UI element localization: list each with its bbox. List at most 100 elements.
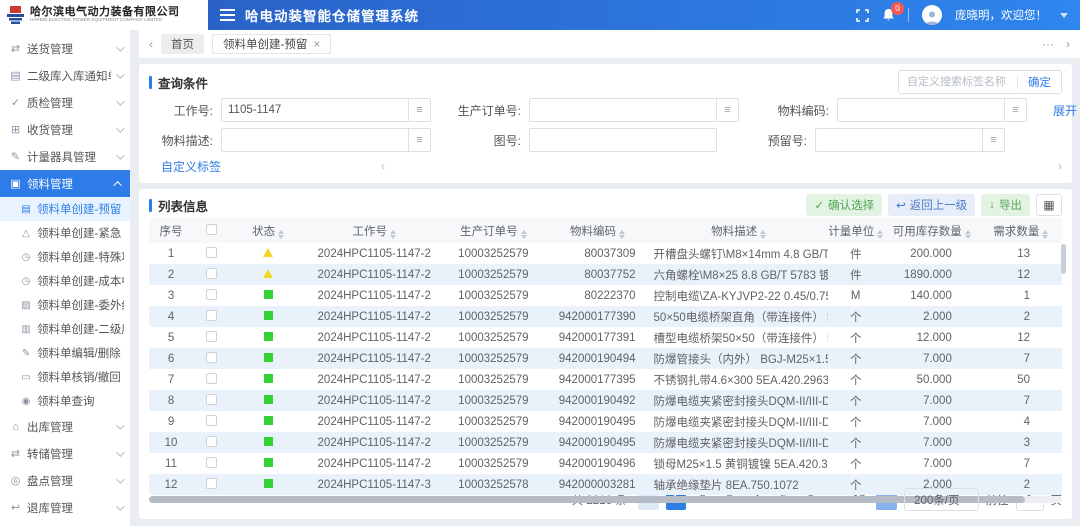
sidebar-collapse-icon[interactable] [220,9,235,21]
table-row: 82024HPC1105-1147-2100032525799420001904… [149,390,1062,411]
column-header[interactable]: 物料编码 [545,218,649,243]
row-checkbox[interactable] [206,436,217,447]
quality-check-icon: ✓ [9,96,22,109]
confirm-button[interactable]: ✓确认选择 [806,194,882,216]
user-avatar[interactable] [922,5,942,25]
tag-scroll-left-icon[interactable]: ‹ [381,159,385,173]
sidebar-subitem[interactable]: ▤领料单创建-预留 [0,197,130,221]
sidebar-item[interactable]: ↩退库管理 [0,494,130,521]
tab-scroll-right-icon[interactable]: › [1066,37,1070,51]
sidebar-item[interactable]: ✓质检管理 [0,89,130,116]
sort-icon[interactable] [1042,230,1048,239]
chevron-down-icon[interactable] [1060,13,1068,18]
sidebar-subitem[interactable]: ▥领料单创建-二级库 [0,317,130,341]
filter-icon[interactable]: ≡ [983,128,1005,152]
sidebar-item[interactable]: ◎盘点管理 [0,467,130,494]
sidebar-item[interactable]: ⇄送货管理 [0,35,130,62]
export-button[interactable]: ↓导出 [981,194,1030,216]
fullscreen-icon[interactable] [856,9,869,22]
sidebar-item[interactable]: ✎计量器具管理 [0,143,130,170]
column-header[interactable]: 工作号 [307,218,441,243]
cell-material-desc: 轴承绝缘垫片 8EA.750.1072 [650,474,828,495]
sort-icon[interactable] [278,230,284,239]
row-checkbox[interactable] [206,457,217,468]
sidebar-subitem[interactable]: ◷领料单创建-成本中心 [0,269,130,293]
truck-icon: ⇄ [9,42,22,55]
sidebar-subitem[interactable]: ◷领料单创建-特殊项目 [0,245,130,269]
row-checkbox[interactable] [206,331,217,342]
field-input[interactable] [837,98,1005,122]
sidebar-item[interactable]: ▤二级库入库通知单 [0,62,130,89]
sort-icon[interactable] [965,230,971,239]
expand-link[interactable]: 展开 [1053,102,1077,119]
sidebar-subitem[interactable]: ▨领料单创建-委外组件 [0,293,130,317]
field-label: 物料描述: [149,132,221,149]
row-checkbox[interactable] [206,268,217,279]
filter-icon[interactable]: ≡ [1005,98,1027,122]
cell-stock: 1890.000 [884,264,980,285]
row-checkbox[interactable] [206,352,217,363]
column-header[interactable]: 可用库存数量 [884,218,980,243]
row-checkbox[interactable] [206,289,217,300]
sort-icon[interactable] [521,230,527,239]
tab-current[interactable]: 领料单创建-预留× [212,34,331,54]
column-label: 序号 [160,226,183,238]
tag-search-input[interactable] [899,76,1017,88]
field-input[interactable] [221,98,409,122]
sidebar-subitem[interactable]: ✎领料单编辑/删除 [0,341,130,365]
column-header[interactable]: 生产订单号 [441,218,545,243]
sidebar-item[interactable]: ⌂出库管理 [0,413,130,440]
tab-more-icon[interactable]: ··· [1042,37,1054,51]
action-label: 返回上一级 [910,197,968,213]
cell-stock: 7.000 [884,411,980,432]
column-settings-button[interactable]: ▦ [1036,194,1062,216]
filter-icon[interactable]: ≡ [409,98,431,122]
column-header[interactable]: 需求数量 [980,218,1062,243]
column-header[interactable]: 物料描述 [650,218,828,243]
sort-icon[interactable] [619,230,625,239]
sidebar-subitem[interactable]: ▭领料单核销/撤回 [0,365,130,389]
cell-order-no: 10003252579 [441,264,545,285]
field-input[interactable] [529,128,717,152]
filter-icon[interactable]: ≡ [717,98,739,122]
vertical-scrollbar[interactable] [1061,244,1066,274]
cell-stock: 140.000 [884,285,980,306]
tab-home[interactable]: 首页 [161,34,204,54]
stocktake-icon: ◎ [9,474,22,487]
row-checkbox[interactable] [206,310,217,321]
row-checkbox[interactable] [206,247,217,258]
field-input[interactable] [529,98,717,122]
company-name-en: HARBIN ELECTRIC POWER EQUIPMENT COMPANY … [30,18,168,23]
cell-material-code: 80037309 [545,243,649,264]
tag-confirm-button[interactable]: 确定 [1018,71,1061,93]
back-button[interactable]: ↩返回上一级 [888,194,975,216]
sidebar-subitem[interactable]: △领料单创建-紧急 [0,221,130,245]
sort-icon[interactable] [390,230,396,239]
row-checkbox[interactable] [206,373,217,384]
tab-close-icon[interactable]: × [313,38,320,50]
sort-icon[interactable] [760,230,766,239]
sort-icon[interactable] [877,230,883,239]
sidebar-item[interactable]: ⊞收货管理 [0,116,130,143]
notification-bell-icon[interactable]: 0 [882,8,895,22]
sidebar-item[interactable]: ⇄转储管理 [0,440,130,467]
column-header[interactable]: 计量单位 [828,218,884,243]
field-input[interactable] [221,128,409,152]
user-greeting[interactable]: 庞晓明，欢迎您！ [955,7,1047,23]
column-header[interactable]: 状态 [229,218,307,243]
filter-icon[interactable]: ≡ [409,128,431,152]
sidebar-item[interactable]: ▣领料管理 [0,170,130,197]
row-checkbox[interactable] [206,415,217,426]
table-row: 52024HPC1105-1147-2100032525799420001773… [149,327,1062,348]
tab-scroll-left-icon[interactable]: ‹ [149,37,153,51]
custom-tag-link[interactable]: 自定义标签 [161,158,221,175]
row-checkbox[interactable] [206,478,217,489]
tag-scroll-right-icon[interactable]: › [1058,159,1062,173]
row-checkbox[interactable] [206,394,217,405]
select-all-checkbox[interactable] [206,224,217,235]
horizontal-scrollbar[interactable] [149,496,1025,503]
field-input[interactable] [815,128,983,152]
sidebar-subitem[interactable]: ◉领料单查询 [0,389,130,413]
page-size-select[interactable]: 200条/页 [904,488,978,511]
table-row: 102024HPC1105-1147-210003252579942000190… [149,432,1062,453]
